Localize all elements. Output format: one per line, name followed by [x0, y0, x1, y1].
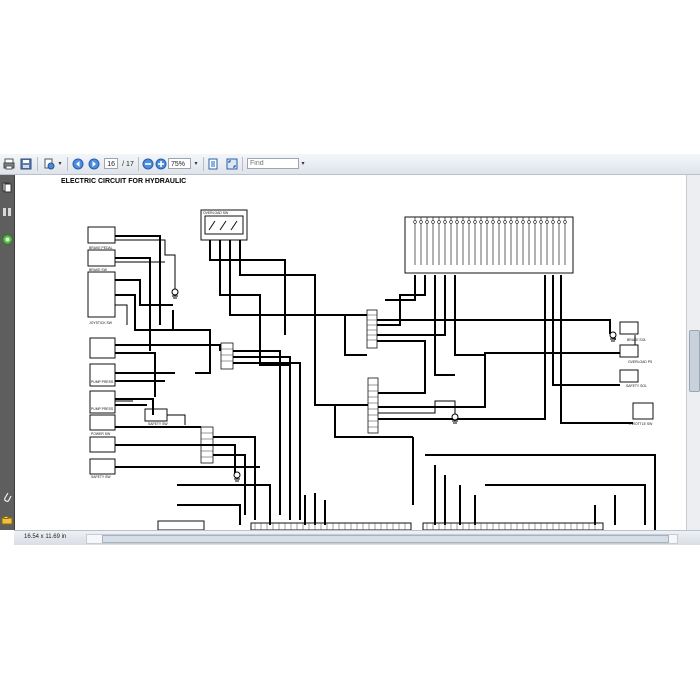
fit-page-icon[interactable] [206, 157, 220, 171]
next-page-icon[interactable] [87, 157, 101, 171]
pages-icon[interactable] [1, 181, 13, 193]
zoom-in-icon[interactable] [154, 157, 168, 171]
save-icon[interactable] [19, 157, 33, 171]
label-pump-press-1: PUMP PRESS [91, 380, 114, 384]
document-page: ELECTRIC CIRCUIT FOR HYDRAULIC OVERLOAD … [15, 175, 686, 530]
label-safety-sw-b: SAFETY SW [91, 475, 111, 479]
label-pump-press-2: PUMP PRESS [91, 407, 114, 411]
horizontal-scroll-thumb[interactable] [102, 535, 669, 543]
bookmarks-icon[interactable] [1, 206, 13, 218]
page-size-readout: 16.54 x 11.69 in [24, 534, 67, 540]
vertical-scroll-thumb[interactable] [689, 330, 700, 392]
comments-icon[interactable] [1, 515, 13, 527]
label-brake-pedal: BRAKE PEDAL [89, 246, 113, 250]
attachments-icon[interactable] [1, 491, 13, 503]
label-brake-sol: BRAKE SOL [627, 338, 646, 342]
label-safety-sw-a: SAFETY SW [148, 422, 168, 426]
label-overload-ps: OVERLOAD PS [628, 360, 653, 364]
document-tools-icon[interactable] [42, 157, 56, 171]
zoom-dropdown-icon[interactable]: ▾ [192, 158, 200, 169]
signatures-icon[interactable] [1, 233, 13, 245]
pdf-viewer: ▾ 16 / 17 75% ▾ ▾ [0, 154, 700, 545]
vertical-scrollbar[interactable] [686, 175, 700, 530]
zoom-input[interactable]: 75% [168, 158, 191, 169]
label-power-sw: POWER SW [91, 432, 111, 436]
label-throttle-sw: THROTTLE SW [628, 422, 653, 426]
chevron-down-icon[interactable]: ▾ [56, 158, 64, 169]
circuit-diagram: OVERLOAD SW BRAKE PEDAL BRAKE SW JOYSTIC… [87, 209, 656, 530]
page-total: / 17 [122, 160, 134, 168]
previous-page-icon[interactable] [71, 157, 85, 171]
print-icon[interactable] [2, 157, 16, 171]
horizontal-scrollbar[interactable] [86, 534, 678, 544]
toolbar: ▾ 16 / 17 75% ▾ ▾ [0, 154, 700, 175]
find-input[interactable] [247, 158, 299, 169]
label-brake-sw: BRAKE SW [89, 268, 108, 272]
navigation-sidebar [0, 175, 15, 530]
label-safety-sol: SAFETY SOL [626, 384, 647, 388]
full-screen-icon[interactable] [225, 157, 239, 171]
label-overload-sw: OVERLOAD SW [203, 211, 229, 215]
zoom-out-icon[interactable] [141, 157, 155, 171]
find-dropdown-icon[interactable]: ▾ [299, 158, 307, 169]
label-joystick-sw: JOYSTICK SW [89, 321, 113, 325]
status-bar: 16.54 x 11.69 in [14, 530, 700, 545]
page-number-input[interactable]: 16 [104, 158, 118, 169]
